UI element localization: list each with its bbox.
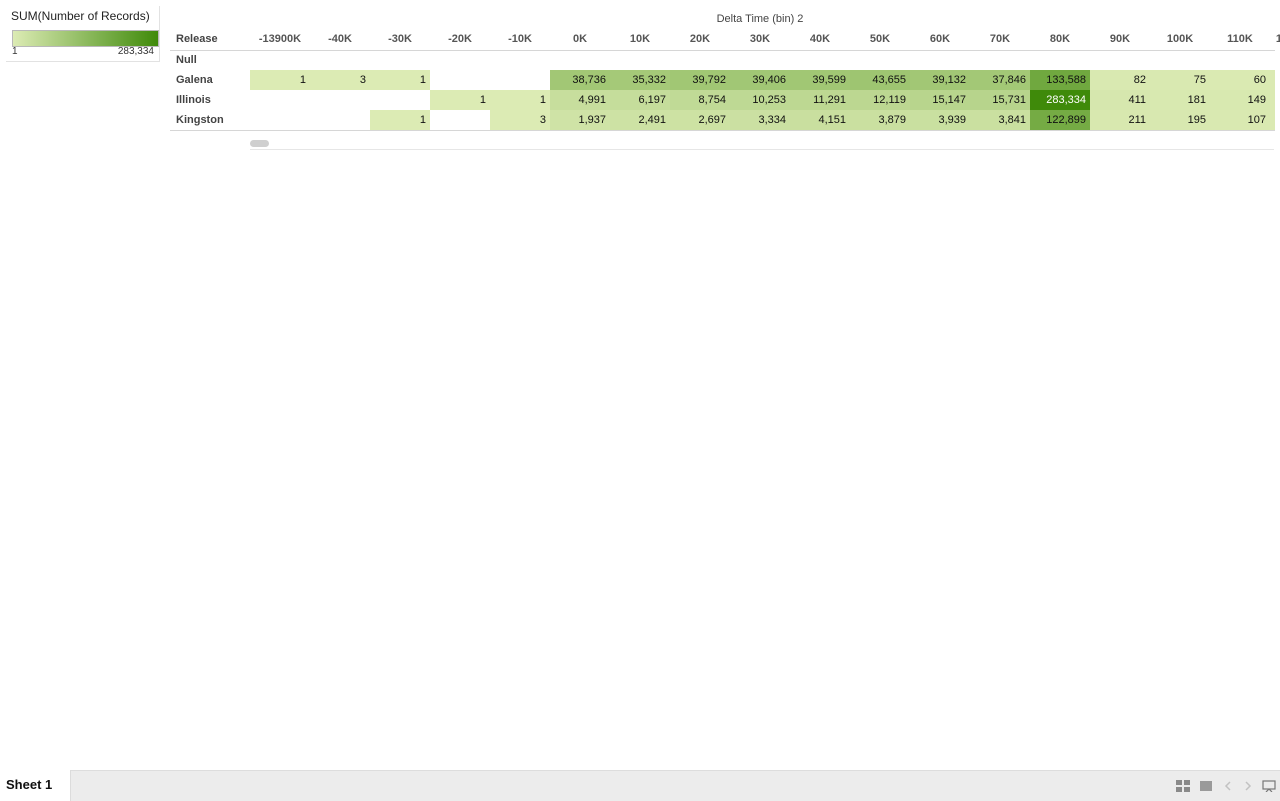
column-header[interactable]: 12	[1252, 33, 1280, 45]
column-header[interactable]: 10K	[610, 33, 670, 45]
heatmap-cell[interactable]: 1	[430, 90, 490, 110]
table-row: Illinois 1 1 4,991 6,197 8,754 10,253 11,291 12,…	[170, 90, 1275, 110]
heatmap-cell[interactable]: 1	[370, 110, 430, 130]
filmstrip-view-icon[interactable]	[1199, 780, 1213, 792]
column-header[interactable]: -20K	[430, 33, 490, 45]
column-header[interactable]: 70K	[970, 33, 1030, 45]
column-header[interactable]: -40K	[310, 33, 370, 45]
heatmap-cell[interactable]: 15,147	[910, 90, 970, 110]
heatmap-cell[interactable]: 122,899	[1030, 110, 1090, 130]
heatmap-cell[interactable]: 35,332	[610, 70, 670, 90]
legend-min-value: 1	[12, 46, 18, 57]
heatmap-cell[interactable]	[1270, 90, 1275, 110]
column-header[interactable]: 30K	[730, 33, 790, 45]
column-header[interactable]: 40K	[790, 33, 850, 45]
heatmap-cell[interactable]: 3,939	[910, 110, 970, 130]
column-headers: -13900K -40K -30K -20K -10K 0K 10K 20K 30K 40K 50K…	[0, 33, 1280, 47]
heatmap-cell[interactable]: 107	[1210, 110, 1270, 130]
heatmap-cell[interactable]: 2,491	[610, 110, 670, 130]
heatmap-cell[interactable]: 82	[1090, 70, 1150, 90]
table-row: Null	[170, 50, 1275, 70]
sheet-tab[interactable]: Sheet 1	[0, 770, 71, 801]
heatmap-cell[interactable]: 4,991	[550, 90, 610, 110]
heatmap-cell[interactable]: 181	[1150, 90, 1210, 110]
heatmap-cell[interactable]: 1,937	[550, 110, 610, 130]
heatmap-cell[interactable]: 3,334	[730, 110, 790, 130]
heatmap-cell[interactable]: 4,151	[790, 110, 850, 130]
column-header[interactable]: 60K	[910, 33, 970, 45]
sheet-tab-bar: Sheet 1	[0, 770, 1280, 801]
column-field-title[interactable]: Delta Time (bin) 2	[660, 13, 860, 25]
table-bottom-divider	[170, 130, 1275, 131]
heatmap-cell[interactable]: 39,132	[910, 70, 970, 90]
heatmap-cell[interactable]: 39,792	[670, 70, 730, 90]
row-header[interactable]: Illinois	[176, 94, 211, 106]
heatmap-cell[interactable]: 211	[1090, 110, 1150, 130]
heatmap-cell[interactable]: 149	[1210, 90, 1270, 110]
grid-view-icon[interactable]	[1176, 780, 1190, 792]
table-row: Galena 1 3 1 38,736 35,332 39,792 39,406 39,599 4…	[170, 70, 1275, 90]
heatmap-cell[interactable]: 38,736	[550, 70, 610, 90]
presentation-mode-icon[interactable]	[1262, 780, 1276, 792]
column-header[interactable]: 100K	[1150, 33, 1210, 45]
heatmap-cell[interactable]: 43,655	[850, 70, 910, 90]
column-header[interactable]: 50K	[850, 33, 910, 45]
heatmap-cell[interactable]: 3,841	[970, 110, 1030, 130]
row-header[interactable]: Null	[176, 54, 197, 66]
heatmap-cell[interactable]: 195	[1150, 110, 1210, 130]
heatmap-cell[interactable]: 1	[370, 70, 430, 90]
column-header[interactable]: -30K	[370, 33, 430, 45]
column-header[interactable]: 90K	[1090, 33, 1150, 45]
row-header[interactable]: Galena	[176, 74, 213, 86]
column-header[interactable]: 0K	[550, 33, 610, 45]
heatmap-cell[interactable]: 1	[250, 70, 310, 90]
heatmap-cell[interactable]: 10,253	[730, 90, 790, 110]
heatmap-cell[interactable]: 411	[1090, 90, 1150, 110]
heatmap-cell[interactable]: 60	[1210, 70, 1270, 90]
heatmap-cell[interactable]	[1270, 110, 1275, 130]
heatmap-cell[interactable]: 6,197	[610, 90, 670, 110]
row-header[interactable]: Kingston	[176, 114, 224, 126]
heatmap-cell[interactable]: 39,599	[790, 70, 850, 90]
heatmap-cell[interactable]: 12,119	[850, 90, 910, 110]
sheet-tab-label: Sheet 1	[6, 777, 53, 792]
heatmap-cell[interactable]: 1	[490, 90, 550, 110]
column-header[interactable]: 20K	[670, 33, 730, 45]
heatmap-cell[interactable]: 39,406	[730, 70, 790, 90]
heatmap-cell[interactable]: 283,334	[1030, 90, 1090, 110]
column-header[interactable]: -10K	[490, 33, 550, 45]
heatmap-cell[interactable]: 37,846	[970, 70, 1030, 90]
next-sheet-icon[interactable]	[1241, 780, 1255, 792]
heatmap-cell[interactable]: 3,879	[850, 110, 910, 130]
scrollbar-thumb[interactable]	[250, 140, 269, 147]
heatmap-cell[interactable]: 11,291	[790, 90, 850, 110]
heatmap-cell[interactable]: 2,697	[670, 110, 730, 130]
heatmap-cell[interactable]	[1270, 70, 1275, 90]
heatmap-cell[interactable]: 15,731	[970, 90, 1030, 110]
column-header[interactable]: 80K	[1030, 33, 1090, 45]
legend-title: SUM(Number of Records)	[11, 9, 150, 23]
heatmap-cell[interactable]: 3	[310, 70, 370, 90]
horizontal-scrollbar[interactable]	[250, 138, 1274, 150]
heatmap-cell[interactable]: 3	[490, 110, 550, 130]
prev-sheet-icon[interactable]	[1221, 780, 1235, 792]
heatmap-cell[interactable]: 75	[1150, 70, 1210, 90]
table-row: Kingston 1 3 1,937 2,491 2,697 3,334 4,151 3,879…	[170, 110, 1275, 130]
column-header[interactable]: -13900K	[250, 33, 310, 45]
heatmap-cell[interactable]: 8,754	[670, 90, 730, 110]
legend-max-value: 283,334	[117, 46, 154, 57]
heatmap-cell[interactable]: 133,588	[1030, 70, 1090, 90]
